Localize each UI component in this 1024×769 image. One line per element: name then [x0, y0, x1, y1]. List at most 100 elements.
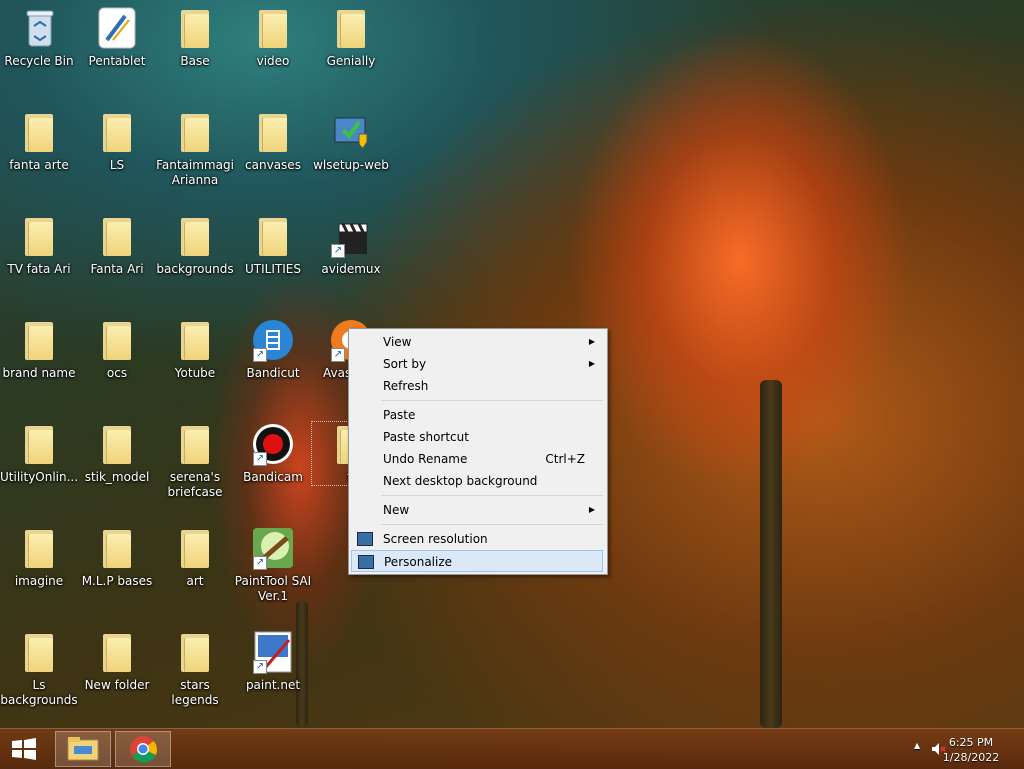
desktop-icon-folder[interactable]: imagine: [0, 526, 78, 589]
menu-item-shortcut: Ctrl+Z: [545, 452, 585, 466]
clock-date: 1/28/2022: [942, 751, 1000, 764]
desktop-icon-folder[interactable]: Fanta Ari: [78, 214, 156, 277]
desktop-icon-folder[interactable]: UtilityOnlin...: [0, 422, 78, 485]
folder-icon: [95, 110, 139, 154]
desktop-icon-folder[interactable]: M.L.P bases: [78, 526, 156, 589]
folder-icon: [173, 630, 217, 674]
desktop-icon-folder[interactable]: Fantaimmagi Arianna: [156, 110, 234, 188]
menu-item-view[interactable]: View ▶: [351, 331, 603, 353]
desktop-icon-folder[interactable]: TV fata Ari: [0, 214, 78, 277]
folder-icon: [251, 110, 295, 154]
desktop-icon-folder[interactable]: fanta arte: [0, 110, 78, 173]
icon-label: TV fata Ari: [7, 262, 71, 276]
desktop-icon-folder[interactable]: Base: [156, 6, 234, 69]
icon-label: Fantaimmagi Arianna: [156, 158, 234, 187]
icon-label: Fanta Ari: [90, 262, 144, 276]
menu-item-undo-rename[interactable]: Undo Rename Ctrl+Z: [351, 448, 603, 470]
desktop-icon-folder[interactable]: New folder: [78, 630, 156, 693]
folder-icon: [95, 318, 139, 362]
shortcut-arrow-icon: ↗: [331, 348, 345, 362]
paint-net-icon: ↗: [251, 630, 295, 674]
bandicam-icon: ↗: [251, 422, 295, 466]
desktop-icon-painttool-sai[interactable]: ↗ PaintTool SAI Ver.1: [234, 526, 312, 604]
desktop-icon-folder[interactable]: Yotube: [156, 318, 234, 381]
desktop-icon-bandicam[interactable]: ↗ Bandicam: [234, 422, 312, 485]
icon-label: M.L.P bases: [81, 574, 153, 588]
icon-label: UTILITIES: [245, 262, 301, 276]
folder-icon: [251, 214, 295, 258]
icon-label: art: [186, 574, 204, 588]
desktop-icon-folder[interactable]: backgrounds: [156, 214, 234, 277]
icon-label: Bandicam: [243, 470, 303, 484]
folder-icon: [95, 526, 139, 570]
folder-icon: [173, 214, 217, 258]
desktop-icon-folder[interactable]: Genially: [312, 6, 390, 69]
chrome-icon: [130, 736, 158, 763]
menu-item-screen-resolution[interactable]: Screen resolution: [351, 528, 603, 550]
menu-item-label: Personalize: [384, 555, 453, 569]
folder-icon: [17, 110, 61, 154]
menu-item-label: Next desktop background: [383, 474, 538, 488]
icon-label: Bandicut: [246, 366, 300, 380]
icon-label: Ls backgrounds: [0, 678, 78, 707]
folder-icon: [95, 422, 139, 466]
folder-icon: [17, 214, 61, 258]
desktop-icon-bandicut[interactable]: ↗ Bandicut: [234, 318, 312, 381]
desktop-icon-folder[interactable]: video: [234, 6, 312, 69]
taskbar-chrome[interactable]: [115, 731, 171, 767]
pentablet-icon: [95, 6, 139, 50]
menu-item-paste-shortcut[interactable]: Paste shortcut: [351, 426, 603, 448]
menu-item-refresh[interactable]: Refresh: [351, 375, 603, 397]
file-explorer-icon: [67, 737, 99, 761]
folder-icon: [173, 422, 217, 466]
desktop-icon-folder[interactable]: brand name: [0, 318, 78, 381]
menu-item-label: Undo Rename: [383, 452, 468, 466]
menu-item-label: Paste shortcut: [383, 430, 469, 444]
submenu-arrow-icon: ▶: [588, 505, 595, 514]
icon-label: LS: [109, 158, 125, 172]
menu-item-sort-by[interactable]: Sort by ▶: [351, 353, 603, 375]
desktop-icon-folder[interactable]: ocs: [78, 318, 156, 381]
desktop-icon-pentablet[interactable]: Pentablet: [78, 6, 156, 69]
start-button[interactable]: [8, 737, 40, 761]
shortcut-arrow-icon: ↗: [253, 556, 267, 570]
menu-separator: [381, 524, 603, 525]
menu-item-new[interactable]: New ▶: [351, 499, 603, 521]
icon-label: PaintTool SAI Ver.1: [234, 574, 312, 603]
monitor-icon: [357, 532, 373, 546]
desktop-icon-folder[interactable]: canvases: [234, 110, 312, 173]
menu-item-label: Refresh: [383, 379, 429, 393]
taskbar: ▲ 6:25 PM 1/28/2022: [0, 728, 1024, 769]
icon-label: UtilityOnlin...: [0, 470, 79, 484]
folder-icon: [173, 6, 217, 50]
menu-item-label: Screen resolution: [383, 532, 488, 546]
clock[interactable]: 6:25 PM 1/28/2022: [936, 735, 1006, 765]
taskbar-file-explorer[interactable]: [55, 731, 111, 767]
desktop-icon-folder[interactable]: Ls backgrounds: [0, 630, 78, 708]
shortcut-arrow-icon: ↗: [253, 660, 267, 674]
desktop-icon-folder[interactable]: stik_model: [78, 422, 156, 485]
installer-icon: [329, 110, 373, 154]
folder-icon: [95, 630, 139, 674]
desktop-icon-recycle-bin[interactable]: Recycle Bin: [0, 6, 78, 69]
folder-icon: [173, 526, 217, 570]
desktop-icon-paint-net[interactable]: ↗ paint.net: [234, 630, 312, 693]
menu-item-next-desktop-background[interactable]: Next desktop background: [351, 470, 603, 492]
desktop-icon-wlsetup-web[interactable]: wlsetup-web: [312, 110, 390, 173]
desktop-icon-folder[interactable]: serena's briefcase: [156, 422, 234, 500]
desktop-icon-folder[interactable]: stars legends: [156, 630, 234, 708]
system-tray: ▲ 6:25 PM 1/28/2022: [884, 729, 1024, 769]
menu-item-paste[interactable]: Paste: [351, 404, 603, 426]
show-hidden-icons-arrow[interactable]: ▲: [914, 741, 920, 750]
icon-label: fanta arte: [9, 158, 69, 172]
personalize-icon: [358, 555, 374, 569]
icon-label: serena's briefcase: [167, 470, 223, 499]
desktop-icon-avidemux[interactable]: ↗ avidemux: [312, 214, 390, 277]
desktop-icon-folder[interactable]: UTILITIES: [234, 214, 312, 277]
desktop-icon-folder[interactable]: LS: [78, 110, 156, 173]
desktop-icon-folder[interactable]: art: [156, 526, 234, 589]
menu-item-personalize[interactable]: Personalize: [351, 550, 603, 572]
folder-icon: [329, 6, 373, 50]
menu-item-label: Paste: [383, 408, 416, 422]
menu-item-label: Sort by: [383, 357, 427, 371]
